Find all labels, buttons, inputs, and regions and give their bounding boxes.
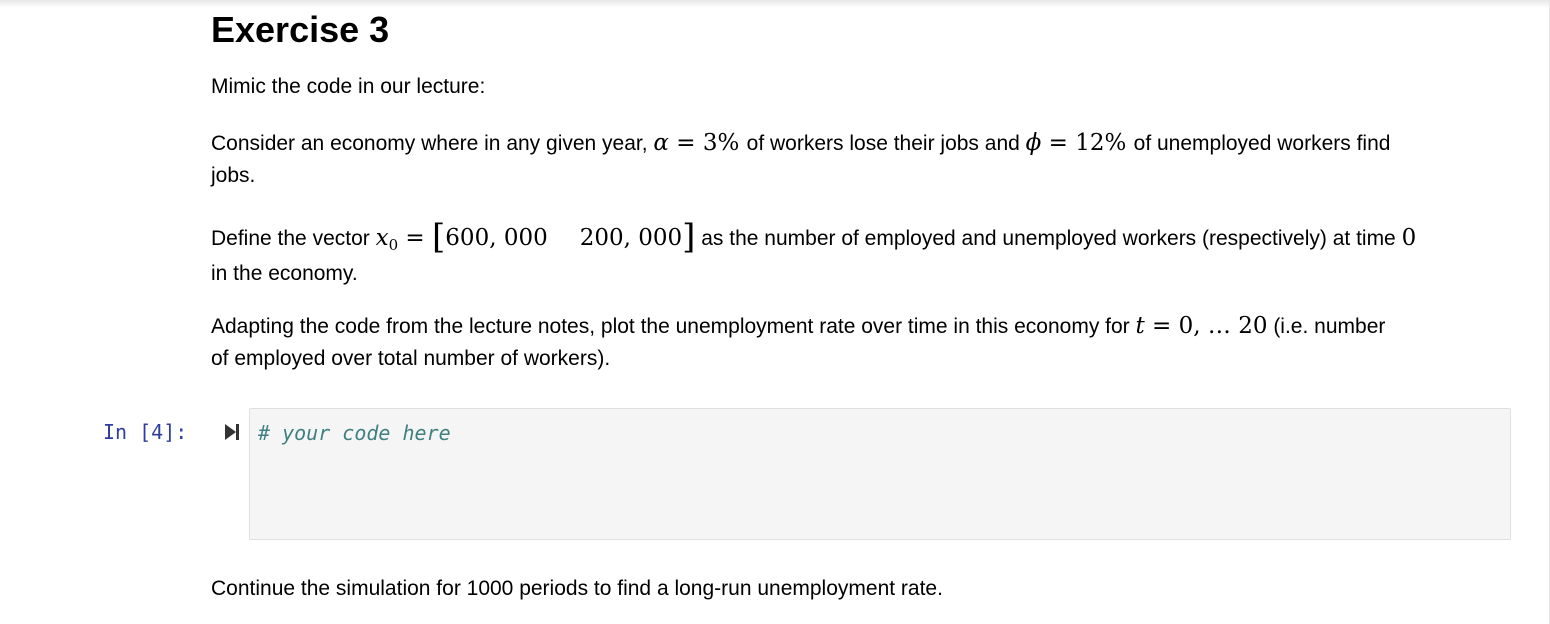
vector-value-unemployed: 200, 000 (579, 225, 683, 251)
exercise-heading: Exercise 3 (211, 9, 390, 50)
time-range-formula: t = 0, … 20 (1136, 313, 1268, 339)
paragraph-define: Define the vector x0 = [600, 000 200, 000… (211, 218, 1511, 290)
text-segment: Define the vector (211, 227, 376, 250)
equals-sign: = (398, 225, 433, 251)
text-segment: Adapting the code from the lecture notes… (211, 315, 1136, 338)
paragraph-adapt-line2: of employed over total number of workers… (211, 347, 611, 370)
alpha-formula: α = 3% (653, 130, 746, 156)
vector-symbol: x (375, 225, 389, 251)
paragraph-consider: Consider an economy where in any given y… (211, 127, 1511, 192)
right-bracket: ] (682, 217, 696, 257)
paragraph-consider-line1: Consider an economy where in any given y… (211, 127, 1511, 160)
text-segment: of unemployed workers find (1133, 132, 1391, 155)
text-segment: as the number of employed and unemployed… (695, 227, 1402, 250)
text-segment: Consider an economy where in any given y… (211, 132, 654, 155)
paragraph-define-line2: in the economy. (211, 262, 358, 285)
time-range: = 0, … 20 (1144, 313, 1268, 339)
intro-text: Mimic the code in our lecture: (211, 75, 486, 98)
left-bracket: [ (432, 217, 446, 257)
notebook-top-shadow (0, 0, 1550, 8)
paragraph-consider-line2: jobs. (211, 164, 256, 187)
text-segment: of workers lose their jobs and (746, 132, 1026, 155)
phi-formula: ϕ = 12% (1026, 130, 1134, 156)
alpha-symbol: α (653, 130, 669, 156)
phi-symbol: ϕ (1025, 130, 1042, 156)
paragraph-adapt: Adapting the code from the lecture notes… (211, 310, 1511, 375)
code-comment[interactable]: # your code here (258, 419, 451, 447)
time-zero: 0 (1401, 225, 1417, 251)
code-cell-editor[interactable]: # your code here (249, 408, 1511, 540)
vector-subscript: 0 (388, 236, 399, 254)
continue-text: Continue the simulation for 1000 periods… (211, 577, 943, 600)
alpha-value: = 3% (668, 130, 747, 156)
run-cell-icon[interactable] (224, 423, 240, 441)
paragraph-define-line1: Define the vector x0 = [600, 000 200, 000… (211, 218, 1511, 256)
vector-formula: x0 = [600, 000 200, 000] (375, 220, 696, 254)
cell-prompt: In [4]: (103, 420, 188, 444)
vector-value-employed: 600, 000 (445, 225, 548, 251)
phi-value: = 12% (1041, 130, 1134, 156)
time-symbol: t (1135, 313, 1145, 339)
paragraph-adapt-line1: Adapting the code from the lecture notes… (211, 310, 1511, 343)
text-segment: (i.e. number (1267, 315, 1386, 338)
